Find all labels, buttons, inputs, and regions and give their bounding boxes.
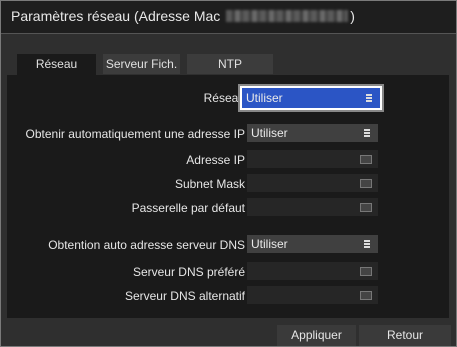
dns-pref-field[interactable] (247, 261, 378, 280)
keyboard-icon (360, 267, 372, 276)
subnet-mask-field[interactable] (247, 173, 378, 192)
apply-button[interactable]: Appliquer (277, 325, 356, 346)
tab-reseau[interactable]: Réseau (17, 54, 96, 76)
keyboard-icon (360, 203, 372, 212)
keyboard-icon (360, 155, 372, 164)
back-button[interactable]: Retour (359, 325, 451, 346)
mask-label: Subnet Mask (174, 177, 245, 191)
window-title: Paramètres réseau (Adresse Mac ) (11, 8, 355, 24)
select-menu-icon (364, 240, 370, 248)
dns-pref-label: Serveur DNS préféré (132, 265, 245, 279)
select-menu-icon (366, 94, 372, 102)
dns-auto-select[interactable]: Utiliser (247, 235, 378, 253)
mac-address-redacted (226, 10, 349, 22)
dhcp-select[interactable]: Utiliser (247, 124, 378, 142)
dns-alt-field[interactable] (247, 285, 378, 304)
keyboard-icon (360, 291, 372, 300)
gateway-field[interactable] (247, 197, 378, 216)
dhcp-label: Obtenir automatiquement une adresse IP (25, 127, 245, 141)
keyboard-icon (360, 179, 372, 188)
settings-panel: Réseau Utiliser Obtenir automatiquement … (7, 75, 449, 318)
tab-ntp[interactable]: NTP (187, 54, 273, 74)
dns-auto-select-value: Utiliser (251, 237, 288, 251)
select-menu-icon (364, 129, 370, 137)
ip-field[interactable] (247, 149, 378, 168)
tab-serveur-fich[interactable]: Serveur Fich. (103, 54, 180, 74)
network-settings-window: Paramètres réseau (Adresse Mac ) Réseau … (0, 0, 457, 347)
dhcp-select-value: Utiliser (251, 126, 288, 140)
gateway-label: Passerelle par défaut (131, 201, 245, 215)
reseau-select-value: Utiliser (246, 91, 283, 105)
reseau-label: Réseau (203, 91, 245, 105)
title-bar: Paramètres réseau (Adresse Mac ) (1, 1, 456, 34)
dns-alt-label: Serveur DNS alternatif (124, 289, 245, 303)
window-title-suffix: ) (350, 8, 355, 24)
button-bar: Appliquer Retour (1, 325, 456, 346)
dns-auto-label: Obtention auto adresse serveur DNS (48, 238, 245, 252)
window-title-prefix: Paramètres réseau (Adresse Mac (11, 8, 225, 24)
ip-label: Adresse IP (186, 153, 245, 167)
reseau-select[interactable]: Utiliser (238, 84, 384, 112)
